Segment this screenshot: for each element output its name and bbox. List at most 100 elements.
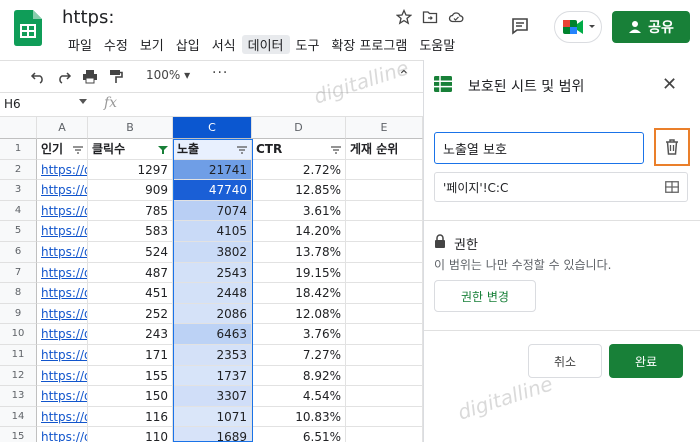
cloud-status-icon[interactable]	[448, 9, 464, 25]
done-button[interactable]: 완료	[609, 344, 683, 378]
menu-data[interactable]: 데이터	[241, 35, 290, 54]
column-header-e[interactable]: E	[346, 117, 423, 139]
table-cell[interactable]: 18.42%	[252, 283, 346, 304]
table-cell[interactable]: 487	[88, 262, 173, 284]
table-cell[interactable]: 6463	[173, 324, 252, 345]
table-cell[interactable]: 6.51%	[252, 427, 346, 442]
select-range-icon[interactable]	[665, 181, 679, 193]
row-header[interactable]: 11	[0, 345, 37, 366]
column-header-d[interactable]: D	[252, 117, 346, 139]
doc-title[interactable]: https:	[62, 7, 114, 28]
table-cell[interactable]	[346, 180, 423, 201]
row-header[interactable]: 14	[0, 406, 37, 428]
description-input[interactable]: 노출열 보호	[434, 132, 644, 164]
name-box[interactable]: H6	[4, 97, 88, 111]
table-cell[interactable]: 14.20%	[252, 221, 346, 242]
table-cell[interactable]: https://di	[37, 200, 88, 222]
undo-icon[interactable]	[30, 68, 46, 84]
share-button[interactable]: 공유	[612, 11, 690, 43]
table-cell[interactable]	[346, 283, 423, 304]
table-cell[interactable]	[346, 262, 423, 284]
name-box-dropdown-icon[interactable]	[79, 99, 87, 104]
filter-active-icon[interactable]	[158, 146, 168, 154]
table-cell[interactable]: 13.78%	[252, 242, 346, 263]
table-cell[interactable]: https://di	[37, 283, 88, 304]
table-cell[interactable]: 1689	[173, 427, 252, 442]
table-cell[interactable]: 21741	[173, 159, 252, 181]
star-icon[interactable]	[396, 9, 412, 25]
table-cell[interactable]	[346, 221, 423, 242]
table-cell[interactable]: 2.72%	[252, 159, 346, 181]
row-header[interactable]: 10	[0, 324, 37, 345]
table-cell[interactable]: 116	[88, 406, 173, 428]
table-cell[interactable]	[346, 345, 423, 366]
header-cell[interactable]: 노출	[173, 139, 252, 160]
filter-icon[interactable]	[237, 146, 247, 154]
table-cell[interactable]	[346, 242, 423, 263]
header-cell[interactable]: CTR	[252, 139, 346, 160]
table-cell[interactable]	[346, 365, 423, 387]
menu-extensions[interactable]: 확장 프로그램	[325, 35, 413, 54]
table-cell[interactable]	[346, 386, 423, 407]
table-cell[interactable]	[346, 406, 423, 428]
table-cell[interactable]	[346, 200, 423, 222]
table-cell[interactable]: 7074	[173, 200, 252, 222]
table-cell[interactable]: 19.15%	[252, 262, 346, 284]
row-header[interactable]: 13	[0, 386, 37, 407]
table-cell[interactable]: 909	[88, 180, 173, 201]
range-input[interactable]: '페이지'!C:C	[434, 172, 688, 202]
spreadsheet-grid[interactable]: ABCDE1인기클릭수노출CTR게재 순위2https://di12972174…	[0, 117, 423, 442]
table-cell[interactable]: 2543	[173, 262, 252, 284]
sheets-logo-icon[interactable]	[14, 10, 42, 46]
menu-tools[interactable]: 도구	[290, 35, 326, 54]
table-cell[interactable]: 3.61%	[252, 200, 346, 222]
close-icon[interactable]: ✕	[662, 74, 677, 95]
column-header-b[interactable]: B	[88, 117, 173, 139]
row-header[interactable]: 7	[0, 262, 37, 284]
column-header-a[interactable]: A	[37, 117, 88, 139]
row-header[interactable]: 1	[0, 139, 37, 160]
table-cell[interactable]: https://di	[37, 221, 88, 242]
move-folder-icon[interactable]	[422, 9, 438, 25]
table-cell[interactable]: 110	[88, 427, 173, 442]
table-cell[interactable]: https://di	[37, 406, 88, 428]
table-cell[interactable]: 4105	[173, 221, 252, 242]
menu-insert[interactable]: 삽입	[170, 35, 206, 54]
cancel-button[interactable]: 취소	[528, 344, 602, 378]
table-cell[interactable]: 12.85%	[252, 180, 346, 201]
table-cell[interactable]: 2353	[173, 345, 252, 366]
table-cell[interactable]: 243	[88, 324, 173, 345]
menu-file[interactable]: 파일	[62, 35, 98, 54]
header-cell[interactable]: 게재 순위	[346, 139, 423, 160]
header-cell[interactable]: 클릭수	[88, 139, 173, 160]
table-cell[interactable]	[346, 159, 423, 181]
menu-edit[interactable]: 수정	[98, 35, 134, 54]
row-header[interactable]: 5	[0, 221, 37, 242]
table-cell[interactable]: https://di	[37, 262, 88, 284]
row-header[interactable]: 15	[0, 427, 37, 442]
table-cell[interactable]: 3802	[173, 242, 252, 263]
table-cell[interactable]: 3307	[173, 386, 252, 407]
table-cell[interactable]: https://di	[37, 324, 88, 345]
row-header[interactable]: 12	[0, 365, 37, 387]
table-cell[interactable]: 1737	[173, 365, 252, 387]
row-header[interactable]: 6	[0, 242, 37, 263]
row-header[interactable]: 2	[0, 159, 37, 181]
filter-icon[interactable]	[73, 146, 83, 154]
table-cell[interactable]	[346, 324, 423, 345]
row-header[interactable]: 8	[0, 283, 37, 304]
delete-range-button[interactable]	[654, 128, 690, 166]
table-cell[interactable]: 2086	[173, 303, 252, 325]
column-header-c[interactable]: C	[173, 117, 252, 139]
table-cell[interactable]: https://di	[37, 159, 88, 181]
table-cell[interactable]: 785	[88, 200, 173, 222]
table-cell[interactable]: 10.83%	[252, 406, 346, 428]
select-all-corner[interactable]	[0, 117, 37, 139]
table-cell[interactable]: 583	[88, 221, 173, 242]
table-cell[interactable]: 1071	[173, 406, 252, 428]
row-header[interactable]: 9	[0, 303, 37, 325]
table-cell[interactable]: https://di	[37, 242, 88, 263]
table-cell[interactable]: https://di	[37, 427, 88, 442]
change-permissions-button[interactable]: 권한 변경	[434, 280, 536, 312]
zoom-select[interactable]: 100% ▾	[146, 68, 190, 82]
